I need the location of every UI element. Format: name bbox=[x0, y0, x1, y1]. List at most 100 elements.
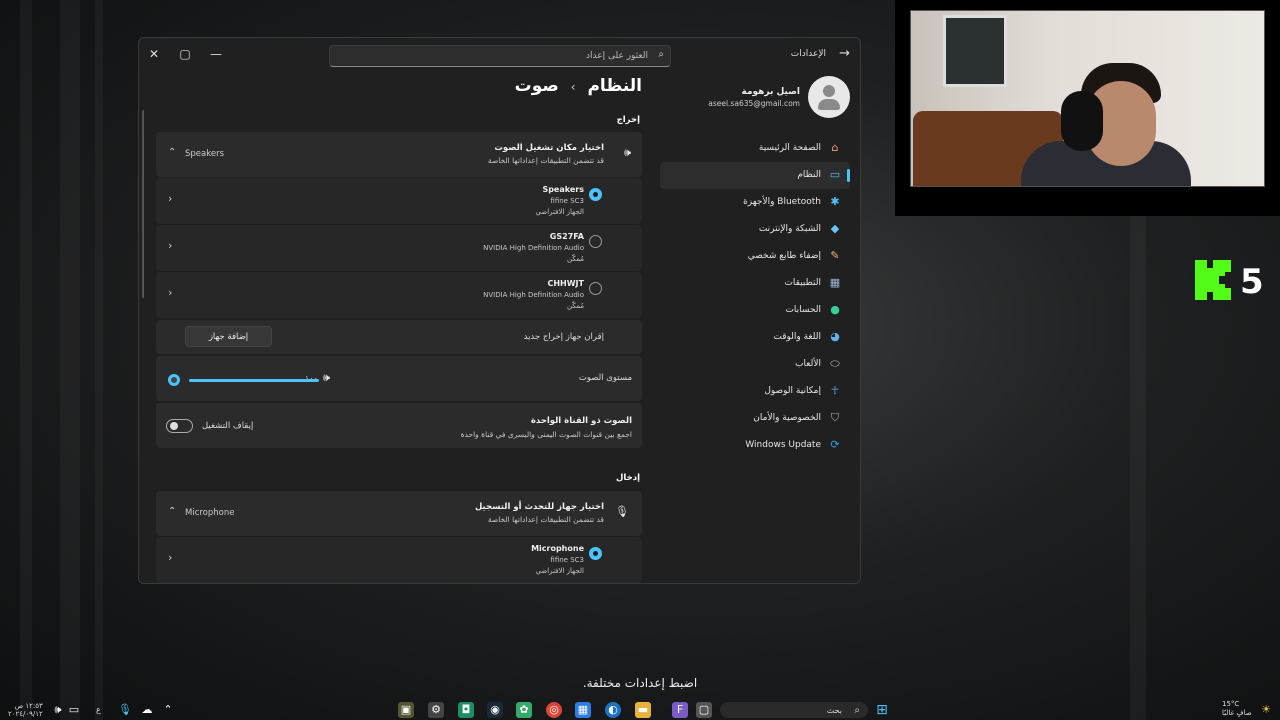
volume-speaker-icon[interactable]: 🕪 bbox=[323, 371, 330, 385]
sidebar-item[interactable]: ⬭ الألعاب bbox=[660, 351, 850, 378]
sidebar-item[interactable]: ⟳ Windows Update bbox=[660, 432, 850, 459]
sidebar-item[interactable]: ✎ إضفاء طابع شخصي bbox=[660, 243, 850, 270]
avatar[interactable] bbox=[808, 76, 850, 118]
sidebar-item-label: إمكانية الوصول bbox=[764, 386, 821, 396]
app-icon[interactable]: ◘ bbox=[458, 702, 474, 718]
speaker-icon: 🕪 bbox=[624, 146, 631, 159]
device-driver: fifine SC3 bbox=[550, 197, 584, 205]
sidebar-item[interactable]: ◆ الشبكة والإنترنت bbox=[660, 216, 850, 243]
device-radio[interactable] bbox=[589, 235, 602, 248]
search-input[interactable] bbox=[348, 49, 648, 63]
volume-slider-track[interactable] bbox=[189, 379, 319, 382]
input-choose-subtitle: قد تتضمن التطبيقات إعداداتها الخاصة bbox=[487, 515, 604, 524]
device-row[interactable]: GS27FA NVIDIA High Definition Audio مُمكّن… bbox=[156, 225, 642, 271]
back-arrow-icon[interactable]: → bbox=[839, 46, 850, 61]
window-title: الإعدادات bbox=[790, 49, 826, 59]
taskbar-search-label: بحث bbox=[826, 706, 842, 715]
file-explorer-icon[interactable]: ▬ bbox=[635, 702, 651, 718]
background-stripe bbox=[60, 0, 80, 720]
sidebar-item-label: التطبيقات bbox=[784, 278, 821, 288]
weather-widget[interactable]: 15°C صافٍ غالبًا bbox=[1222, 700, 1252, 718]
search-box[interactable]: ⌕ bbox=[329, 45, 671, 67]
device-status: مُمكّن bbox=[567, 302, 584, 310]
mono-audio-subtitle: اجمع بين قنوات الصوت اليمنى واليسرى في ق… bbox=[460, 430, 632, 439]
sidebar-item-label: الحسابات bbox=[785, 305, 821, 315]
edge-icon[interactable]: ◐ bbox=[605, 702, 621, 718]
brush-icon: ✎ bbox=[830, 249, 840, 262]
device-radio[interactable] bbox=[589, 547, 602, 560]
sidebar-item-label: الألعاب bbox=[795, 359, 821, 369]
avatar-head bbox=[823, 85, 835, 97]
chrome-icon[interactable]: ◎ bbox=[546, 702, 562, 718]
input-choose-title: اختيار جهاز للتحدث أو التسجيل bbox=[474, 502, 604, 512]
taskbar-search[interactable]: ⌕ بحث bbox=[720, 702, 868, 718]
chevron-up-icon[interactable]: ⌃ bbox=[160, 702, 176, 718]
device-radio[interactable] bbox=[589, 282, 602, 295]
chevron-left-icon[interactable]: ‹ bbox=[168, 286, 172, 299]
calendar-icon[interactable]: ▦ bbox=[575, 702, 591, 718]
maximize-button[interactable]: ▢ bbox=[174, 44, 196, 64]
device-name: GS27FA bbox=[549, 232, 584, 241]
device-driver: NVIDIA High Definition Audio bbox=[483, 291, 584, 299]
device-driver: fifine SC3 bbox=[550, 556, 584, 564]
network-icon: ◆ bbox=[830, 222, 840, 235]
device-row[interactable]: CHHWJT NVIDIA High Definition Audio مُمكّن… bbox=[156, 272, 642, 318]
profile-email: aseel.sa635@gmail.com bbox=[708, 99, 800, 108]
settings-app-icon[interactable]: ⚙ bbox=[428, 702, 444, 718]
cloud-tray-icon[interactable]: ☁ bbox=[139, 702, 155, 718]
chevron-up-icon[interactable]: ⌃ bbox=[168, 147, 176, 158]
sidebar-item[interactable]: ⌂ الصفحة الرئيسية bbox=[660, 135, 850, 162]
weather-desc: صافٍ غالبًا bbox=[1222, 709, 1252, 717]
app-icon[interactable]: F bbox=[672, 702, 688, 718]
volume-tray-icon[interactable]: 🕪 bbox=[50, 702, 66, 718]
clock-date: ٢٠٢٤/٠٩/١٢ bbox=[8, 710, 43, 718]
sidebar-item[interactable]: ✱ Bluetooth والأجهزة bbox=[660, 189, 850, 216]
add-device-button[interactable]: إضافة جهاز bbox=[185, 326, 272, 347]
sidebar-item[interactable]: ▭ النظام bbox=[660, 162, 850, 189]
sidebar-item[interactable]: ☥ إمكانية الوصول bbox=[660, 378, 850, 405]
sidebar-item-label: الخصوصية والأمان bbox=[753, 413, 821, 423]
breadcrumb-parent[interactable]: النظام bbox=[587, 76, 642, 96]
language-indicator[interactable]: ع bbox=[96, 705, 101, 714]
kick-logo-icon bbox=[1195, 260, 1231, 300]
avatar-body bbox=[818, 99, 840, 110]
settings-window: → الإعدادات ⌕ — ▢ ✕ اصيل برهومة aseel.sa… bbox=[138, 37, 861, 584]
network-tray-icon[interactable]: ▭ bbox=[66, 702, 82, 718]
sidebar-item[interactable]: ● الحسابات bbox=[660, 297, 850, 324]
pair-output-label: إقران جهاز إخراج جديد bbox=[523, 332, 604, 342]
device-row[interactable]: Microphone fifine SC3 الجهاز الافتراضي ‹ bbox=[156, 537, 642, 583]
mono-audio-toggle[interactable] bbox=[166, 419, 193, 433]
home-icon: ⌂ bbox=[831, 141, 839, 154]
app-icon[interactable]: ✿ bbox=[516, 702, 532, 718]
app-icon[interactable]: ▣ bbox=[398, 702, 414, 718]
chevron-left-icon[interactable]: ‹ bbox=[168, 192, 172, 205]
microphone-icon: 🎙 bbox=[615, 505, 629, 518]
update-icon: ⟳ bbox=[830, 438, 840, 451]
webcam-feed bbox=[910, 10, 1265, 187]
chevron-left-icon[interactable]: ‹ bbox=[168, 239, 172, 252]
close-button[interactable]: ✕ bbox=[143, 44, 165, 64]
device-name: Microphone bbox=[531, 544, 584, 553]
volume-slider-thumb[interactable] bbox=[168, 374, 180, 386]
mic-tray-icon[interactable]: 🎙 bbox=[117, 702, 133, 718]
search-icon: ⌕ bbox=[658, 49, 664, 60]
sidebar-item[interactable]: ◕ اللغة والوقت bbox=[660, 324, 850, 351]
sidebar-item-label: إضفاء طابع شخصي bbox=[747, 251, 821, 261]
minimize-button[interactable]: — bbox=[205, 44, 227, 64]
steam-icon[interactable]: ◉ bbox=[487, 702, 503, 718]
output-device-picker[interactable]: 🕪 اختيار مكان تشغيل الصوت قد تتضمن التطب… bbox=[156, 132, 642, 177]
clock[interactable]: ١٢:٥٣ ص ٢٠٢٤/٠٩/١٢ bbox=[8, 702, 43, 718]
chevron-up-icon[interactable]: ⌃ bbox=[168, 506, 176, 517]
device-radio[interactable] bbox=[589, 188, 602, 201]
device-row[interactable]: Speakers fifine SC3 الجهاز الافتراضي ‹ bbox=[156, 178, 642, 224]
system-icon: ▭ bbox=[829, 168, 841, 181]
video-caption: اضبط إعدادات مختلفة. bbox=[582, 676, 698, 690]
start-windows-icon[interactable]: ⊞ bbox=[874, 702, 890, 718]
sidebar-item[interactable]: ▦ التطبيقات bbox=[660, 270, 850, 297]
scrollbar[interactable] bbox=[142, 110, 144, 298]
device-driver: NVIDIA High Definition Audio bbox=[483, 244, 584, 252]
sidebar-item[interactable]: ⛉ الخصوصية والأمان bbox=[660, 405, 850, 432]
chevron-left-icon[interactable]: ‹ bbox=[168, 551, 172, 564]
app-icon[interactable]: ▢ bbox=[696, 702, 712, 718]
input-device-picker[interactable]: 🎙 اختيار جهاز للتحدث أو التسجيل قد تتضمن… bbox=[156, 491, 642, 536]
